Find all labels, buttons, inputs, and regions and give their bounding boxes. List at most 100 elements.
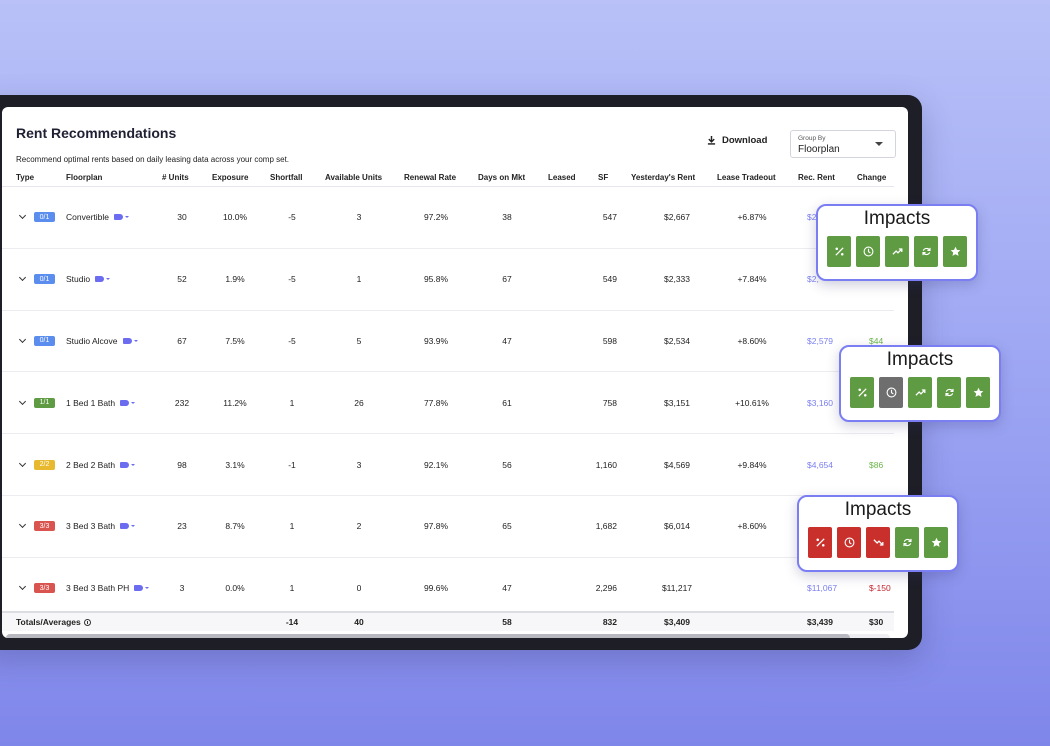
cell-tradeout bbox=[722, 558, 782, 619]
cell-shortfall: -5 bbox=[288, 335, 296, 346]
col-days[interactable]: Days on Mkt bbox=[478, 173, 525, 182]
table-row[interactable]: 0/1 Studio Alcove 67 7.5% -5 5 93.9% 47 598 $2,53… bbox=[2, 311, 894, 373]
cell-units: 23 bbox=[177, 521, 187, 532]
totals-change: $30 bbox=[869, 617, 884, 627]
floorplan-name: 2 Bed 2 Bath bbox=[66, 459, 116, 470]
chevron-down-icon[interactable] bbox=[18, 397, 27, 405]
totals-label: Totals/Averages bbox=[16, 613, 91, 631]
star-icon[interactable] bbox=[943, 236, 967, 267]
cell-tradeout: +8.60% bbox=[737, 521, 767, 532]
tag-dropdown-icon[interactable] bbox=[134, 585, 150, 592]
refresh-icon[interactable] bbox=[914, 236, 938, 267]
page-header: Rent Recommendations Recommend optimal r… bbox=[16, 125, 896, 175]
floorplan-cell: Studio Alcove bbox=[66, 311, 138, 372]
impact-icon-row bbox=[818, 236, 976, 267]
cell-days: 38 bbox=[502, 212, 512, 223]
col-available[interactable]: Available Units bbox=[325, 173, 382, 182]
col-change[interactable]: Change bbox=[857, 173, 886, 182]
col-rec[interactable]: Rec. Rent bbox=[798, 173, 835, 182]
col-renewal[interactable]: Renewal Rate bbox=[404, 173, 456, 182]
cell-days: 47 bbox=[502, 583, 512, 594]
impact-icon-row bbox=[841, 377, 999, 408]
cell-exposure: 7.5% bbox=[225, 335, 245, 346]
clock-icon[interactable] bbox=[856, 236, 880, 267]
table-header: Type Floorplan # Units Exposure Shortfal… bbox=[2, 169, 894, 187]
tag-dropdown-icon[interactable] bbox=[120, 461, 136, 468]
percent-icon[interactable] bbox=[827, 236, 851, 267]
tag-dropdown-icon[interactable] bbox=[120, 523, 136, 530]
table-row[interactable]: 0/1 Convertible 30 10.0% -5 3 97.2% 38 547 $2,667… bbox=[2, 187, 894, 249]
col-tradeout[interactable]: Lease Tradeout bbox=[717, 173, 776, 182]
cell-shortfall: -5 bbox=[288, 212, 296, 223]
chevron-down-icon[interactable] bbox=[18, 274, 27, 282]
cell-sf: 547 bbox=[602, 212, 617, 223]
cell-available: 5 bbox=[356, 335, 362, 346]
table-row[interactable]: 1/1 1 Bed 1 Bath 232 11.2% 1 26 77.8% 61 758 $3,1… bbox=[2, 372, 894, 435]
totals-shortfall: -14 bbox=[285, 617, 299, 627]
horizontal-scrollbar[interactable] bbox=[6, 634, 890, 638]
totals-available: 40 bbox=[354, 617, 364, 627]
cell-days: 65 bbox=[502, 521, 512, 532]
tag-dropdown-icon[interactable] bbox=[114, 214, 129, 221]
impact-icon-row bbox=[799, 527, 957, 558]
group-by-select[interactable]: Group By Floorplan bbox=[790, 130, 896, 158]
chevron-down-icon[interactable] bbox=[18, 459, 27, 467]
chevron-down-icon[interactable] bbox=[18, 583, 27, 591]
trend-up-icon[interactable] bbox=[908, 377, 932, 408]
chevron-down-icon[interactable] bbox=[18, 335, 27, 344]
type-badge: 0/1 bbox=[34, 335, 55, 346]
clock-icon[interactable] bbox=[837, 527, 861, 558]
cell-units: 52 bbox=[177, 274, 187, 285]
cell-available: 1 bbox=[356, 274, 362, 285]
chevron-down-icon[interactable] bbox=[18, 521, 27, 529]
col-exposure[interactable]: Exposure bbox=[212, 173, 248, 182]
floorplan-cell: 3 Bed 3 Bath bbox=[66, 496, 136, 557]
scrollbar-thumb[interactable] bbox=[6, 634, 850, 638]
cell-units: 98 bbox=[177, 459, 187, 470]
cell-renewal: 93.9% bbox=[423, 335, 449, 346]
table-row[interactable]: 3/3 3 Bed 3 Bath 23 8.7% 1 2 97.8% 65 1,682 $6,01… bbox=[2, 496, 894, 558]
col-leased[interactable]: Leased bbox=[548, 173, 576, 182]
col-type[interactable]: Type bbox=[16, 173, 34, 182]
col-units[interactable]: # Units bbox=[162, 173, 189, 182]
cell-days: 67 bbox=[502, 274, 512, 285]
percent-icon[interactable] bbox=[808, 527, 832, 558]
floorplan-cell: 1 Bed 1 Bath bbox=[66, 372, 136, 433]
cell-shortfall: -1 bbox=[288, 459, 296, 470]
cell-exposure: 0.0% bbox=[225, 583, 245, 594]
percent-icon[interactable] bbox=[850, 377, 874, 408]
type-badge: 0/1 bbox=[34, 274, 55, 285]
floorplan-name: 3 Bed 3 Bath PH bbox=[66, 583, 130, 594]
table-row[interactable]: 2/2 2 Bed 2 Bath 98 3.1% -1 3 92.1% 56 1,160 $4,5… bbox=[2, 434, 894, 496]
col-sf[interactable]: SF bbox=[598, 173, 608, 182]
cell-yesterday: $4,569 bbox=[664, 459, 690, 470]
tag-dropdown-icon[interactable] bbox=[122, 337, 138, 344]
table-row[interactable]: 0/1 Studio 52 1.9% -5 1 95.8% 67 549 $2,333 +7.84%… bbox=[2, 249, 894, 311]
floorplan-name: 3 Bed 3 Bath bbox=[66, 521, 116, 532]
star-icon[interactable] bbox=[966, 377, 990, 408]
cell-exposure: 10.0% bbox=[222, 212, 248, 223]
trend-up-icon[interactable] bbox=[885, 236, 909, 267]
download-button[interactable]: Download bbox=[707, 135, 767, 146]
col-shortfall[interactable]: Shortfall bbox=[270, 173, 302, 182]
page-title: Rent Recommendations bbox=[16, 125, 177, 141]
refresh-icon[interactable] bbox=[937, 377, 961, 408]
tag-dropdown-icon[interactable] bbox=[120, 399, 136, 406]
tag-dropdown-icon[interactable] bbox=[95, 276, 111, 283]
trend-down-icon[interactable] bbox=[866, 527, 890, 558]
popup-title: Impacts bbox=[844, 499, 912, 520]
cell-exposure: 8.7% bbox=[225, 521, 245, 532]
download-icon bbox=[707, 136, 716, 145]
col-floorplan[interactable]: Floorplan bbox=[66, 173, 102, 182]
impacts-popup-1: Impacts bbox=[816, 204, 978, 281]
cell-tradeout: +10.61% bbox=[735, 397, 769, 408]
star-icon[interactable] bbox=[924, 527, 948, 558]
cell-yesterday: $2,667 bbox=[664, 212, 690, 223]
chevron-down-icon[interactable] bbox=[18, 212, 27, 220]
info-icon[interactable] bbox=[83, 618, 91, 626]
cell-tradeout: +7.84% bbox=[737, 274, 767, 285]
col-yesterday[interactable]: Yesterday's Rent bbox=[631, 173, 695, 182]
clock-icon[interactable] bbox=[879, 377, 903, 408]
refresh-icon[interactable] bbox=[895, 527, 919, 558]
cell-units: 3 bbox=[179, 583, 185, 594]
